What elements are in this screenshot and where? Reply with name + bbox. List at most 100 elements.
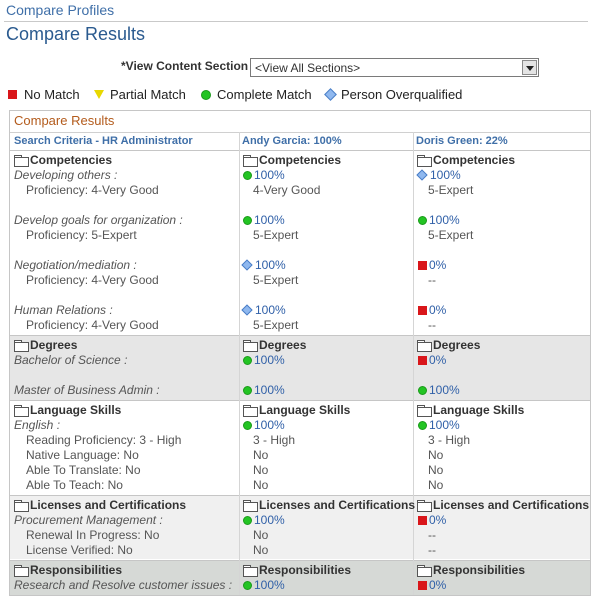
legend-no-match-label: No Match [24,87,80,102]
green-circle-icon [201,90,211,100]
folder-icon [243,565,258,577]
breadcrumb: Compare Profiles [6,2,115,18]
legend-overqualified: Person Overqualified [324,87,463,102]
folder-icon [243,340,258,352]
blue-diamond-icon [324,88,337,101]
complete-match-icon [243,516,252,525]
folder-icon [243,155,258,167]
match-percent[interactable]: 100% [430,168,461,182]
divider [10,335,590,336]
section-title-licenses: Licenses and Certifications [30,498,187,512]
match-percent[interactable]: 100% [254,578,285,592]
complete-match-icon [243,581,252,590]
match-percent[interactable]: 0% [429,578,446,592]
folder-icon [14,340,29,352]
legend-overqualified-label: Person Overqualified [341,87,463,102]
section-title-licenses: Licenses and Certifications [259,498,416,512]
section-title-licenses: Licenses and Certifications [433,498,590,512]
match-detail: No [428,478,444,492]
match-percent[interactable]: 0% [429,258,446,272]
section-title-responsibilities: Responsibilities [30,563,123,577]
column-separator [413,132,414,595]
no-match-icon [418,581,427,590]
match-percent[interactable]: 100% [429,213,460,227]
complete-match-icon [418,216,427,225]
section-title-language-skills: Language Skills [30,403,122,417]
match-detail: 4-Very Good [253,183,321,197]
match-percent[interactable]: 100% [254,213,285,227]
match-percent[interactable]: 0% [429,353,446,367]
no-match-icon [418,356,427,365]
yellow-triangle-icon [94,90,104,99]
legend-partial-match-label: Partial Match [110,87,186,102]
legend-partial-match: Partial Match [94,87,186,102]
complete-match-icon [243,356,252,365]
match-detail: -- [428,543,436,557]
criterion-detail: Reading Proficiency: 3 - High [26,433,182,447]
match-detail: No [253,463,269,477]
divider [10,495,590,496]
match-percent[interactable]: 100% [429,383,460,397]
match-detail: No [253,528,269,542]
folder-icon [243,500,258,512]
criterion-label: Procurement Management : [14,513,163,527]
chevron-down-icon[interactable] [522,60,537,75]
legend-no-match: No Match [8,87,80,102]
folder-icon [417,500,432,512]
folder-icon [417,405,432,417]
folder-icon [14,565,29,577]
section-title-language-skills: Language Skills [433,403,525,417]
match-detail: 5-Expert [253,228,299,242]
match-percent[interactable]: 100% [255,258,286,272]
criterion-detail: Able To Translate: No [26,463,141,477]
no-match-icon [418,261,427,270]
criterion-label: Negotiation/mediation : [14,258,137,272]
view-content-section-select[interactable]: <View All Sections> [250,58,539,77]
overqualified-icon [241,259,253,271]
complete-match-icon [243,171,252,180]
match-detail: 5-Expert [428,183,474,197]
match-percent[interactable]: 100% [254,168,285,182]
column-header-andy-garcia[interactable]: Andy Garcia: 100% [240,132,414,150]
section-title-responsibilities: Responsibilities [433,563,526,577]
divider [10,400,590,401]
match-detail: 5-Expert [428,228,474,242]
red-square-icon [8,90,17,99]
match-percent[interactable]: 100% [429,418,460,432]
section-title-language-skills: Language Skills [259,403,351,417]
complete-match-icon [243,216,252,225]
section-title-competencies: Competencies [30,153,113,167]
match-percent[interactable]: 0% [429,513,446,527]
match-detail: -- [428,318,436,332]
criterion-detail: Renewal In Progress: No [26,528,160,542]
folder-icon [14,500,29,512]
view-content-section-row: *View Content Section <View All Sections… [0,58,601,78]
complete-match-icon [418,386,427,395]
folder-icon [14,155,29,167]
column-header-doris-green[interactable]: Doris Green: 22% [414,132,590,150]
criterion-detail: Able To Teach: No [26,478,123,492]
section-title-degrees: Degrees [30,338,78,352]
match-percent[interactable]: 100% [255,303,286,317]
match-percent[interactable]: 100% [254,418,285,432]
criterion-detail: Proficiency: 4-Very Good [26,183,159,197]
overqualified-icon [416,169,428,181]
criterion-label: Develop goals for organization : [14,213,183,227]
folder-icon [417,340,432,352]
criterion-label: English : [14,418,61,432]
match-detail: No [428,448,444,462]
match-detail: -- [428,528,436,542]
breadcrumb-divider [4,21,588,22]
column-header-criteria: Search Criteria - HR Administrator [10,132,240,150]
match-percent[interactable]: 100% [254,353,285,367]
match-percent[interactable]: 0% [429,303,446,317]
match-percent[interactable]: 100% [254,383,285,397]
match-detail: No [253,448,269,462]
complete-match-icon [243,421,252,430]
legend-complete-match-label: Complete Match [217,87,312,102]
criterion-label: Research and Resolve customer issues : [14,578,233,592]
complete-match-icon [418,421,427,430]
match-percent[interactable]: 100% [254,513,285,527]
criterion-label: Bachelor of Science : [14,353,128,367]
overqualified-icon [241,304,253,316]
